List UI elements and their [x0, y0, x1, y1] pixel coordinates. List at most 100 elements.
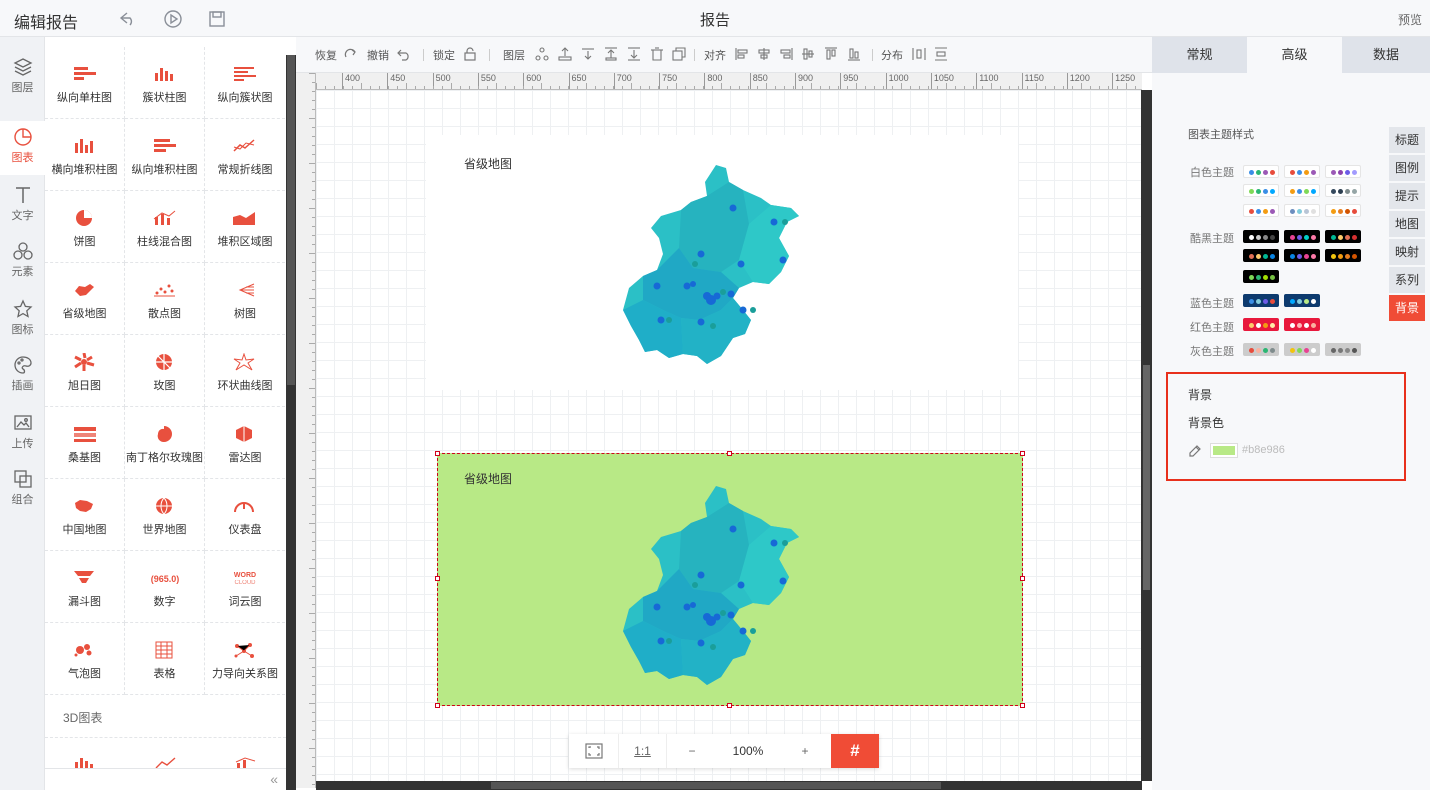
canvas-horizontal-scrollbar[interactable] — [316, 781, 1142, 790]
nav-item-elements[interactable]: 元素 — [0, 235, 45, 289]
theme-swatch[interactable] — [1243, 230, 1279, 243]
align-button[interactable]: 对齐 — [704, 47, 726, 63]
align-top-icon[interactable] — [824, 47, 838, 61]
theme-swatch[interactable] — [1284, 294, 1320, 307]
tab-advanced[interactable]: 高级 — [1247, 37, 1342, 73]
send-backward-icon[interactable] — [581, 47, 595, 61]
chart-type-item[interactable]: WORD CLOUD 词云图 — [205, 551, 285, 623]
align-center-v-icon[interactable] — [801, 47, 815, 61]
undo-icon[interactable] — [397, 47, 411, 61]
theme-swatch[interactable] — [1243, 249, 1279, 262]
background-color-value[interactable]: #b8e986 — [1242, 444, 1285, 456]
chart-type-item[interactable]: 力导向关系图 — [205, 623, 285, 695]
resize-handle-nw[interactable] — [435, 451, 440, 456]
chart-type-item[interactable]: (965.0) 数字 — [125, 551, 205, 623]
theme-swatch[interactable] — [1325, 184, 1361, 197]
actual-size-button[interactable]: 1:1 — [619, 734, 667, 768]
layer-group-icon[interactable] — [535, 47, 549, 61]
chart-type-item[interactable]: 柱线混合图 — [125, 191, 205, 263]
nav-item-upload[interactable]: 上传 — [0, 407, 45, 461]
chart-type-item[interactable]: 桑基图 — [45, 407, 125, 479]
theme-swatch[interactable] — [1243, 165, 1279, 178]
chart-type-item[interactable]: 漏斗图 — [45, 551, 125, 623]
theme-swatch[interactable] — [1325, 204, 1361, 217]
chart-type-item[interactable]: 纵向簇状图 — [205, 47, 285, 119]
theme-swatch[interactable] — [1325, 165, 1361, 178]
theme-swatch[interactable] — [1243, 343, 1279, 356]
theme-swatch[interactable] — [1284, 184, 1320, 197]
chart-type-item[interactable]: 仪表盘 — [205, 479, 285, 551]
align-center-h-icon[interactable] — [757, 47, 771, 61]
eyedropper-icon[interactable] — [1188, 444, 1202, 458]
nav-item-group[interactable]: 组合 — [0, 463, 45, 517]
zoom-in-button[interactable]: + — [779, 734, 831, 768]
chart-type-item[interactable]: 表格 — [125, 623, 205, 695]
chart-type-item[interactable]: 簇状柱图 — [125, 47, 205, 119]
collapse-chevron-icon[interactable]: « — [270, 771, 278, 787]
grid-toggle-button[interactable]: # — [831, 734, 879, 768]
nav-item-layers[interactable]: 图层 — [0, 51, 45, 105]
resize-handle-se[interactable] — [1020, 703, 1025, 708]
tab-general[interactable]: 常规 — [1152, 37, 1247, 73]
theme-swatch[interactable] — [1243, 294, 1279, 307]
chart-type-item[interactable]: 雷达图 — [205, 407, 285, 479]
nav-item-illustrations[interactable]: 插画 — [0, 349, 45, 403]
align-left-icon[interactable] — [735, 47, 749, 61]
chart-type-item[interactable]: 旭日图 — [45, 335, 125, 407]
background-color-picker[interactable] — [1210, 443, 1238, 458]
copy-icon[interactable] — [672, 47, 686, 61]
chart-type-item[interactable]: 气泡图 — [45, 623, 125, 695]
theme-swatch[interactable] — [1325, 230, 1361, 243]
chart-type-item[interactable]: 中国地图 — [45, 479, 125, 551]
lock-icon[interactable] — [463, 47, 477, 61]
fit-screen-button[interactable] — [569, 734, 619, 768]
distribute-v-icon[interactable] — [934, 47, 948, 61]
send-to-back-icon[interactable] — [627, 47, 641, 61]
nav-item-text[interactable]: 文字 — [0, 179, 45, 233]
tab-data[interactable]: 数据 — [1342, 37, 1430, 73]
theme-swatch[interactable] — [1325, 249, 1361, 262]
zoom-out-button[interactable]: − — [667, 734, 717, 768]
side-tab-title[interactable]: 标题 — [1389, 127, 1425, 153]
theme-swatch[interactable] — [1284, 165, 1320, 178]
undo-button[interactable]: 撤销 — [367, 47, 389, 63]
side-tab-map[interactable]: 地图 — [1389, 211, 1425, 237]
theme-swatch[interactable] — [1284, 249, 1320, 262]
chart-type-item[interactable]: 南丁格尔玫瑰图 — [125, 407, 205, 479]
layer-button[interactable]: 图层 — [503, 47, 525, 63]
chart-type-item[interactable]: 环状曲线图 — [205, 335, 285, 407]
save-icon[interactable] — [207, 9, 227, 29]
theme-swatch[interactable] — [1284, 318, 1320, 331]
chart-type-item[interactable]: 世界地图 — [125, 479, 205, 551]
resize-handle-sw[interactable] — [435, 703, 440, 708]
theme-swatch[interactable] — [1243, 204, 1279, 217]
theme-swatch[interactable] — [1243, 318, 1279, 331]
resize-handle-n[interactable] — [727, 451, 732, 456]
bring-forward-icon[interactable] — [558, 47, 572, 61]
canvas-vertical-scrollbar[interactable] — [1141, 90, 1152, 781]
province-map-chart-1[interactable]: 省级地图 — [426, 135, 1018, 390]
chart-type-item[interactable]: 散点图 — [125, 263, 205, 335]
theme-swatch[interactable] — [1284, 204, 1320, 217]
bring-to-front-icon[interactable] — [604, 47, 618, 61]
chart-type-item[interactable]: 饼图 — [45, 191, 125, 263]
resize-handle-ne[interactable] — [1020, 451, 1025, 456]
nav-item-icons[interactable]: 图标 — [0, 293, 45, 347]
theme-swatch[interactable] — [1284, 343, 1320, 356]
side-tab-legend[interactable]: 图例 — [1389, 155, 1425, 181]
theme-swatch[interactable] — [1243, 184, 1279, 197]
chart-type-item[interactable]: 省级地图 — [45, 263, 125, 335]
chart-type-item[interactable]: 纵向单柱图 — [45, 47, 125, 119]
redo-button[interactable]: 恢复 — [315, 47, 337, 63]
theme-swatch[interactable] — [1284, 230, 1320, 243]
resize-handle-s[interactable] — [727, 703, 732, 708]
side-tab-tooltip[interactable]: 提示 — [1389, 183, 1425, 209]
redo-icon[interactable] — [344, 47, 358, 61]
report-canvas[interactable]: 省级地图 省级地图 — [316, 90, 1142, 781]
theme-swatch[interactable] — [1325, 343, 1361, 356]
lock-button[interactable]: 锁定 — [433, 47, 455, 63]
chart-type-item[interactable]: 纵向堆积柱图 — [125, 119, 205, 191]
distribute-button[interactable]: 分布 — [881, 47, 903, 63]
side-tab-series[interactable]: 系列 — [1389, 267, 1425, 293]
panel-scrollbar[interactable] — [286, 55, 296, 790]
